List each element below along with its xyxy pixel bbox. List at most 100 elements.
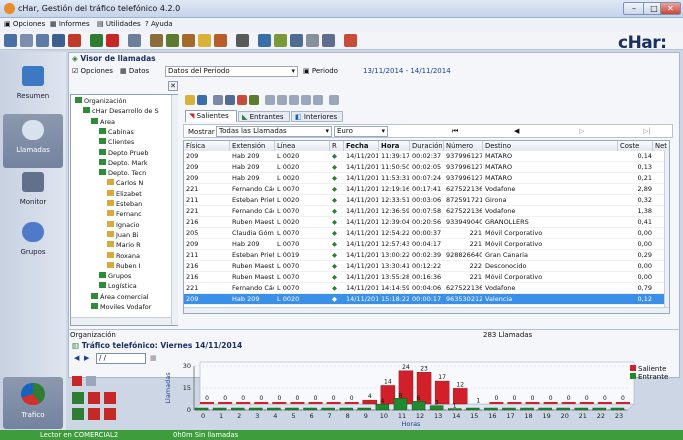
nav-grupos[interactable]: Grupos: [3, 218, 63, 272]
export-tb-icon[interactable]: [249, 95, 259, 105]
table-hscrollbar[interactable]: [184, 307, 669, 313]
funnel-icon[interactable]: [329, 95, 339, 105]
phone-icon[interactable]: [258, 34, 271, 47]
close-button[interactable]: ✕: [660, 2, 681, 15]
list-icon[interactable]: [322, 34, 335, 47]
print-tb-icon[interactable]: [237, 95, 247, 105]
tree-item[interactable]: Cabinas: [99, 127, 134, 136]
view-line2-icon[interactable]: [88, 408, 100, 420]
globe-icon[interactable]: [166, 34, 179, 47]
tree-item[interactable]: Ruben I: [107, 261, 141, 270]
column-header[interactable]: Coste: [618, 141, 653, 151]
nav-monitor[interactable]: Monitor: [3, 168, 63, 222]
currency-select[interactable]: Euro ▾: [334, 126, 388, 137]
menu-utilidades[interactable]: ▤ Utilidades: [97, 20, 141, 28]
table-row[interactable]: 216 Ruben MaestreL 0020 ◆ 14/11/201412:39:0…: [184, 217, 669, 228]
column-header[interactable]: Destino: [483, 141, 618, 151]
tab-interiores[interactable]: ◧ Interiores: [291, 111, 343, 122]
calendar-icon[interactable]: [290, 34, 303, 47]
table-row[interactable]: 216 Ruben MaestreL 0070 ◆ 14/11/201413:30:4…: [184, 261, 669, 272]
search-icon[interactable]: [225, 95, 235, 105]
tree-item[interactable]: Clientes: [99, 138, 134, 146]
column-header[interactable]: Física: [184, 141, 230, 151]
datos-button[interactable]: ▦ Datos: [120, 67, 149, 75]
mostrar-select[interactable]: Todas las Llamadas ▾: [216, 126, 332, 137]
bar-icon[interactable]: [106, 34, 119, 47]
table-row[interactable]: 221 Fernando CáceresL 0070 ◆ 14/11/201412:3…: [184, 206, 669, 217]
column-header[interactable]: Duración: [410, 141, 444, 151]
folder-icon[interactable]: [198, 34, 211, 47]
table-row[interactable]: 209 Hab 209 L 0020 ◆ 14/11/201411:39:1700:02…: [184, 151, 669, 162]
column-header[interactable]: Número: [444, 141, 483, 151]
view-stats-icon[interactable]: [72, 376, 82, 386]
column-header[interactable]: Net: [653, 141, 669, 151]
tree-item[interactable]: Area: [91, 117, 115, 126]
alert-icon[interactable]: [68, 34, 81, 47]
tree-item[interactable]: Elizabet: [107, 189, 142, 198]
tree-item[interactable]: Carlos N: [107, 179, 143, 187]
tree-item[interactable]: Depto. Tecn: [99, 169, 146, 177]
stats-icon[interactable]: [90, 34, 103, 47]
menu-informes[interactable]: ▦ Informes: [50, 20, 90, 28]
tree-item[interactable]: cHar Desarrollo de S: [83, 107, 159, 115]
nav-trafico[interactable]: Trafico: [3, 377, 63, 429]
table-row[interactable]: 221 Fernando CáceresL 0070 ◆ 14/11/201414:1…: [184, 283, 669, 294]
nav-llamadas[interactable]: Llamadas: [3, 114, 63, 168]
filter-icon[interactable]: [52, 34, 65, 47]
sort-icon[interactable]: [301, 95, 311, 105]
view-table-icon[interactable]: [72, 392, 84, 404]
grid-icon[interactable]: [4, 34, 17, 47]
menu-ayuda[interactable]: ? Ayuda: [145, 20, 173, 28]
date-input[interactable]: / /: [96, 353, 146, 364]
tab-salientes[interactable]: ◥ Salientes: [185, 110, 237, 122]
export-icon[interactable]: [214, 34, 227, 47]
view-settings-icon[interactable]: [86, 376, 96, 386]
column-header[interactable]: R: [330, 141, 344, 151]
user-icon[interactable]: [274, 34, 287, 47]
filter-tb-icon[interactable]: [197, 95, 207, 105]
tree-item[interactable]: Depto Prueb: [99, 148, 148, 157]
network-icon[interactable]: [150, 34, 163, 47]
tools-icon[interactable]: [182, 34, 195, 47]
last-page-button[interactable]: ▷|: [643, 127, 651, 135]
report-icon[interactable]: [20, 34, 33, 47]
tree-item[interactable]: Depto. Mark: [99, 158, 148, 167]
column-header[interactable]: Línea: [275, 141, 330, 151]
first-page-button[interactable]: ⏮: [452, 127, 458, 136]
info-icon[interactable]: [344, 34, 357, 47]
tree-item[interactable]: Logística: [99, 282, 137, 290]
tree-item[interactable]: Grupos: [99, 272, 131, 280]
print-icon[interactable]: [128, 34, 141, 47]
calendar-button[interactable]: ▦: [150, 354, 157, 362]
tree-item[interactable]: Fernanc: [107, 210, 142, 218]
prev-page-button[interactable]: ◀: [514, 127, 519, 135]
tree-hscrollbar[interactable]: [71, 317, 171, 325]
periodo-button[interactable]: ▣ Periodo: [303, 67, 338, 75]
chart-icon[interactable]: [36, 34, 49, 47]
view-table2-icon[interactable]: [72, 408, 84, 420]
view-bar2-icon[interactable]: [104, 408, 116, 420]
tree-item[interactable]: Moviles Vodafor: [91, 303, 151, 311]
next-day-button[interactable]: ▶: [84, 354, 89, 362]
tree-item[interactable]: Roxana: [107, 251, 140, 260]
refresh-icon[interactable]: [213, 95, 223, 105]
table-row[interactable]: 211 Esteban PrietoL 0020 ◆ 14/11/201412:33:…: [184, 195, 669, 206]
tag-icon[interactable]: [289, 95, 299, 105]
table-row[interactable]: 209 Hab 209 L 0020 ◆ 14/11/201411:50:5000:02…: [184, 162, 669, 173]
minimize-button[interactable]: –: [623, 2, 645, 15]
table-row[interactable]: 209 Hab 209 L 0020 ◆ 14/11/201415:18:2200:00…: [184, 294, 669, 305]
menu-opciones[interactable]: ▣ Opciones: [4, 20, 45, 28]
table-row[interactable]: 216 Ruben MaestreL 0070 ◆ 14/11/201413:55:2…: [184, 272, 669, 283]
table-row[interactable]: 209 Hab 209 L 0070 ◆ 14/11/201412:57:4300:04…: [184, 239, 669, 250]
tree-item[interactable]: Área comercial: [91, 292, 149, 301]
tree-item[interactable]: Esteban: [107, 200, 142, 208]
window-icon[interactable]: [306, 34, 319, 47]
column-header[interactable]: Extensión: [230, 141, 275, 151]
settings-icon[interactable]: [236, 34, 249, 47]
table-row[interactable]: 211 Esteban PrietoL 0019 ◆ 14/11/201413:00:…: [184, 250, 669, 261]
view-bar-icon[interactable]: [104, 392, 116, 404]
next-page-button[interactable]: ▷: [579, 127, 584, 135]
paste-icon[interactable]: [277, 95, 287, 105]
prev-day-button[interactable]: ◀: [74, 354, 79, 362]
view-line-icon[interactable]: [88, 392, 100, 404]
